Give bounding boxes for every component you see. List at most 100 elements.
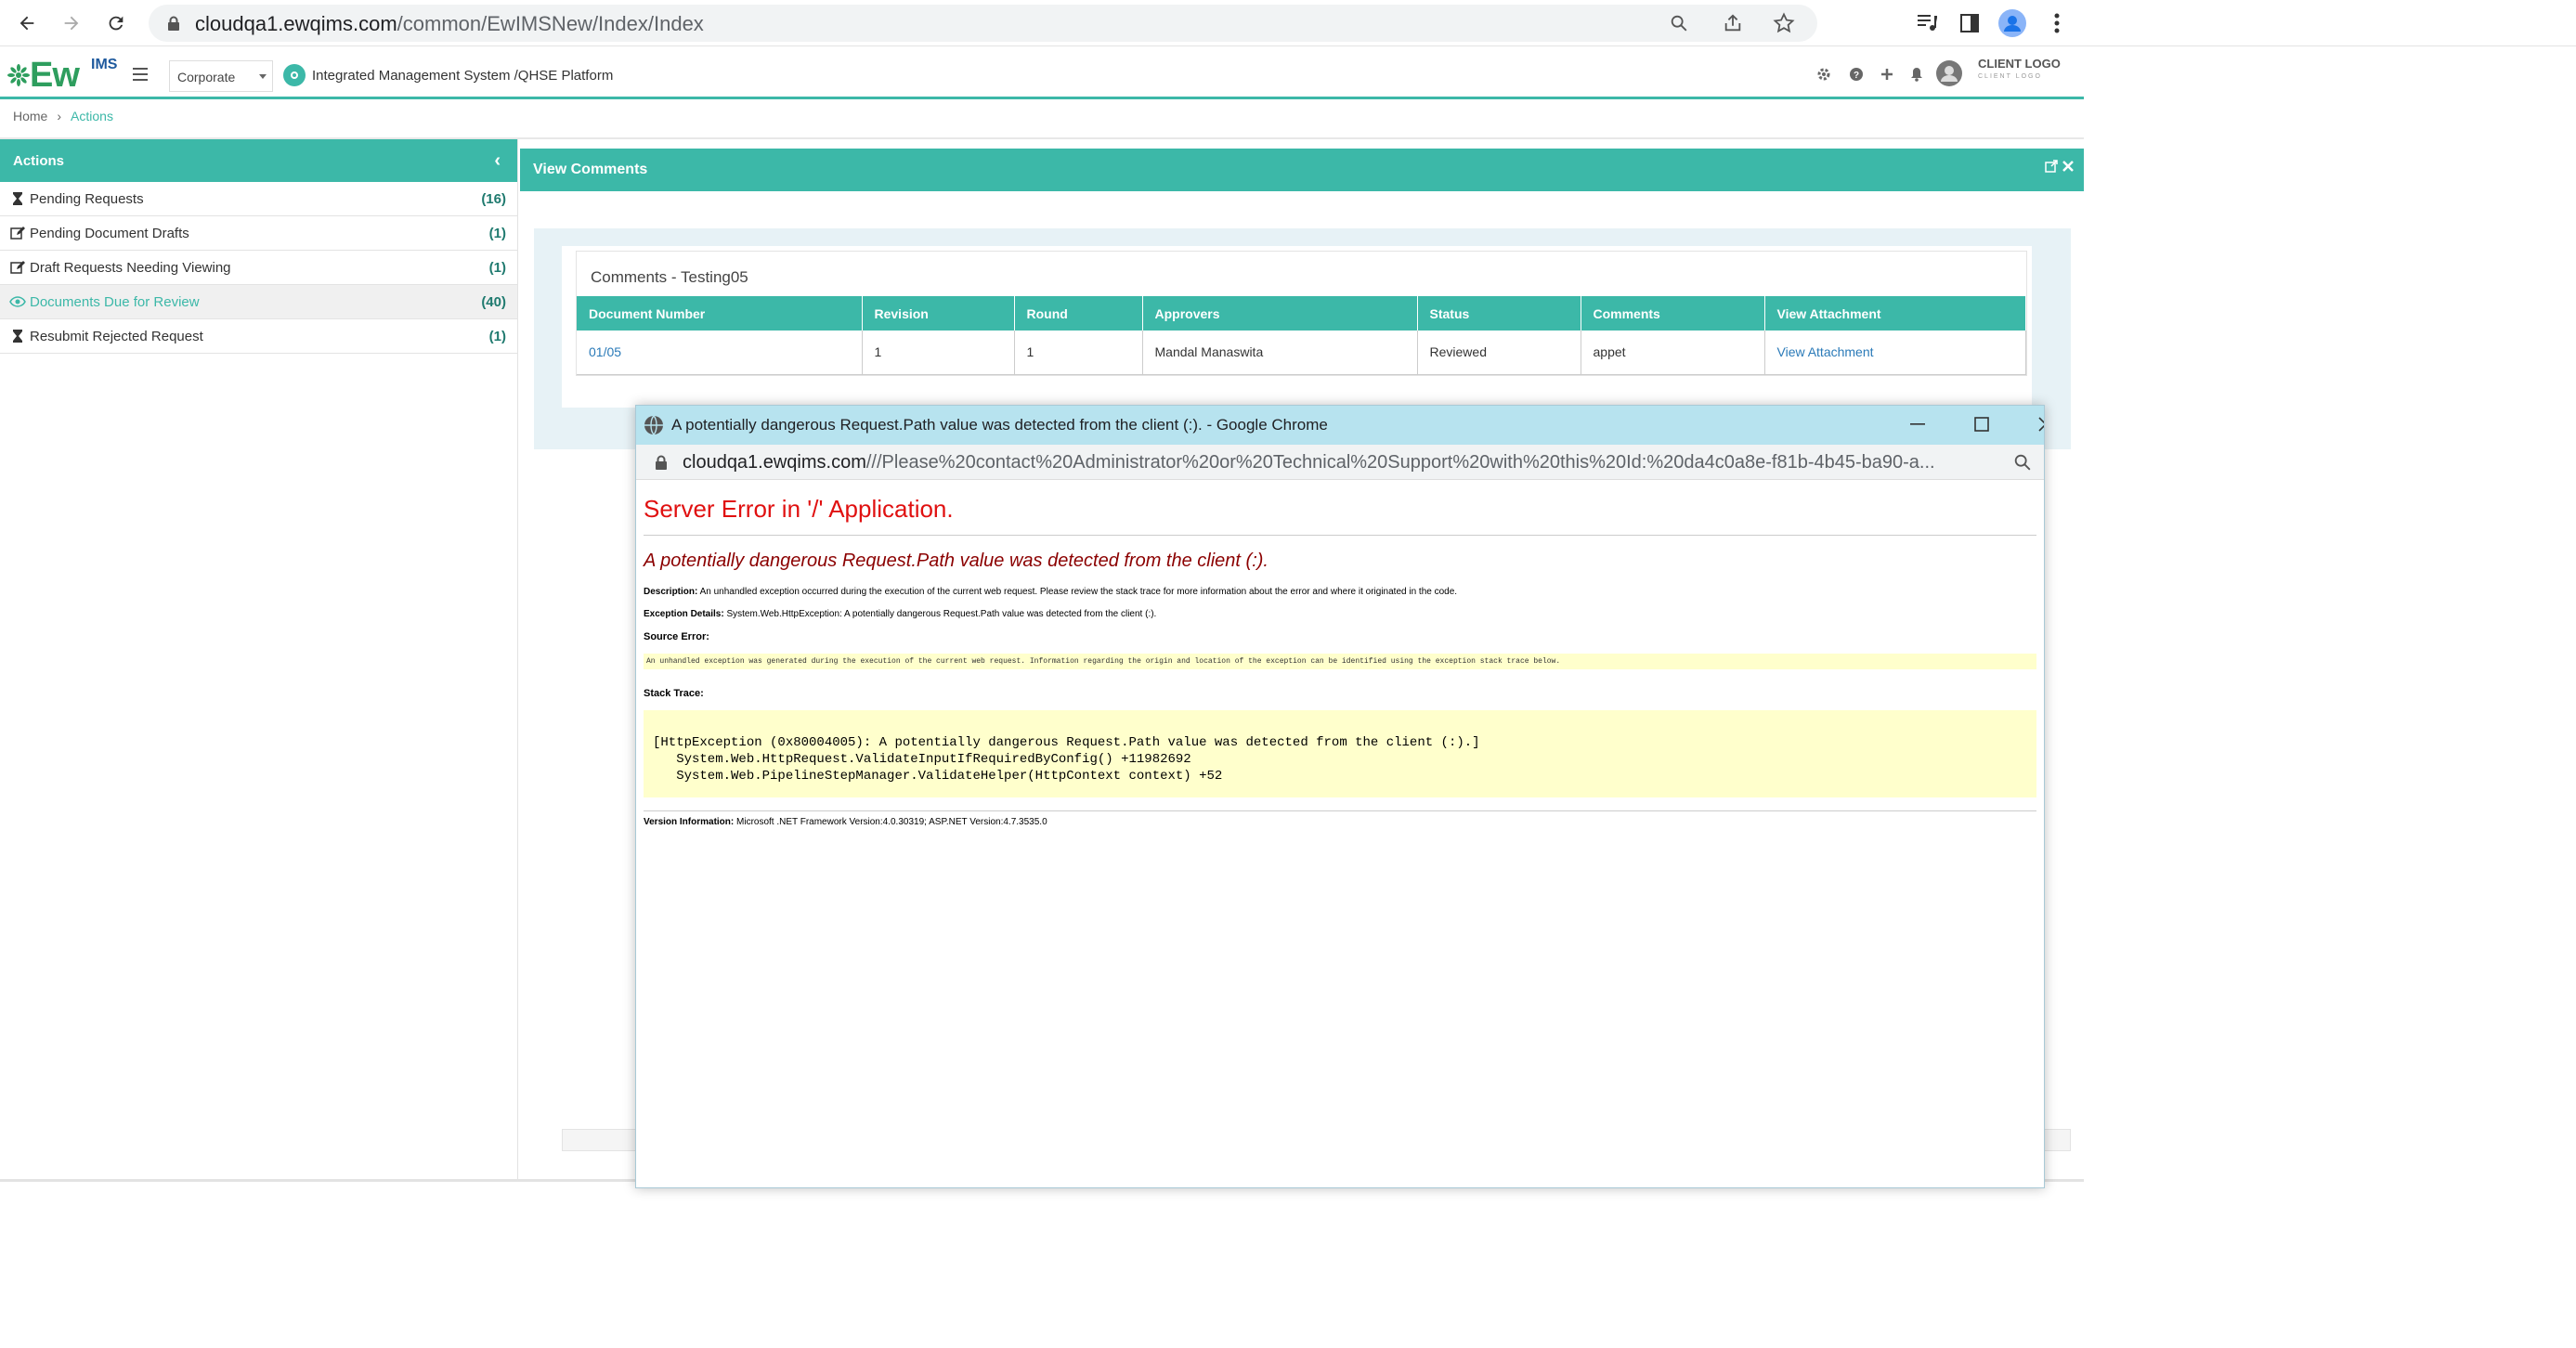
help-icon[interactable]: ? — [1848, 66, 1865, 83]
profile-icon[interactable] — [1998, 9, 2026, 37]
logo-sub: IMS — [91, 57, 118, 72]
bell-icon[interactable] — [1908, 66, 1925, 83]
hourglass-icon — [9, 190, 26, 207]
sidebar-item-label: Documents Due for Review — [30, 293, 200, 310]
forward-icon[interactable] — [56, 7, 87, 39]
sidebar-title: Actions — [13, 153, 65, 169]
source-error-box: An unhandled exception was generated dur… — [644, 654, 2036, 669]
view-comments-header: View Comments — [520, 149, 2084, 191]
chevron-down-icon — [259, 74, 267, 79]
popup-address-bar[interactable]: cloudqa1.ewqims.com///Please%20contact%2… — [636, 445, 2044, 480]
column-header: Document Number — [577, 296, 863, 331]
error-title: Server Error in '/' Application. — [644, 495, 954, 523]
side-panel-icon[interactable] — [1956, 9, 1984, 37]
edit-icon — [9, 259, 26, 276]
edit-icon — [9, 225, 26, 241]
error-popup-window: A potentially dangerous Request.Path val… — [635, 405, 2045, 1188]
chevron-left-icon[interactable]: ‹ — [494, 150, 501, 172]
hourglass-icon — [9, 328, 26, 344]
source-error-label: Source Error: — [644, 631, 709, 642]
column-header: View Attachment — [1764, 296, 2026, 331]
system-gear-icon — [283, 64, 306, 86]
add-icon[interactable] — [1879, 66, 1895, 83]
sidebar-item-pending-requests[interactable]: Pending Requests (16) — [0, 182, 517, 216]
media-icon[interactable] — [1913, 9, 1941, 37]
table-header-row: Document Number Revision Round Approvers… — [577, 296, 2026, 331]
column-header: Revision — [862, 296, 1015, 331]
sidebar-item-count: (1) — [488, 259, 506, 276]
settings-icon[interactable] — [1815, 66, 1832, 83]
sidebar-item-label: Draft Requests Needing Viewing — [30, 259, 231, 276]
lock-icon — [656, 455, 667, 470]
table-cell: Mandal Manaswita — [1142, 331, 1418, 375]
minimize-icon[interactable] — [1906, 413, 1929, 435]
company-select[interactable]: Corporate — [169, 60, 273, 92]
table-cell: 1 — [1014, 331, 1143, 375]
table-cell: Reviewed — [1417, 331, 1581, 375]
sidebar-item-count: (1) — [488, 225, 506, 241]
menu-dots-icon[interactable] — [2043, 9, 2071, 37]
close-window-icon[interactable] — [2035, 413, 2044, 435]
stack-trace-box: [HttpException (0x80004005): A potential… — [644, 710, 2036, 797]
panel-title: View Comments — [533, 162, 648, 177]
logo-flower-icon — [7, 64, 30, 86]
reload-icon[interactable] — [100, 7, 132, 39]
table-cell: appet — [1581, 331, 1765, 375]
sidebar-item-pending-document-drafts[interactable]: Pending Document Drafts (1) — [0, 216, 517, 251]
error-subtitle: A potentially dangerous Request.Path val… — [644, 551, 1268, 571]
star-icon[interactable] — [1773, 12, 1795, 34]
column-header: Approvers — [1142, 296, 1418, 331]
breadcrumb: Home › Actions — [13, 109, 113, 123]
table-cell: 1 — [862, 331, 1015, 375]
app-header: Ew IMS Corporate Integrated Management S… — [0, 49, 2084, 99]
company-select-value: Corporate — [177, 70, 236, 84]
divider — [644, 535, 2036, 536]
column-header: Round — [1014, 296, 1143, 331]
app-logo[interactable]: Ew IMS — [7, 55, 117, 96]
sidebar-header: Actions ‹ — [0, 139, 517, 182]
comments-title: Comments - Testing05 — [591, 268, 748, 286]
sidebar-item-documents-due-for-review[interactable]: Documents Due for Review (40) — [0, 285, 517, 319]
hamburger-menu-icon[interactable] — [133, 68, 148, 81]
comments-table: Document Number Revision Round Approvers… — [577, 296, 2026, 375]
divider — [644, 810, 2036, 811]
user-avatar[interactable] — [1936, 60, 1962, 86]
svg-text:?: ? — [1854, 71, 1859, 81]
sidebar-item-count: (1) — [488, 328, 506, 344]
breadcrumb-current[interactable]: Actions — [71, 109, 113, 123]
sidebar-item-draft-requests-needing-viewing[interactable]: Draft Requests Needing Viewing (1) — [0, 251, 517, 285]
popup-titlebar[interactable]: A potentially dangerous Request.Path val… — [636, 406, 2044, 445]
system-title-text: Integrated Management System /QHSE Platf… — [312, 67, 614, 84]
client-logo: CLIENT LOGO CLIENT LOGO — [1978, 58, 2061, 84]
table-row: 01/05 1 1 Mandal Manaswita Reviewed appe… — [577, 331, 2026, 375]
version-information: Version Information: Microsoft .NET Fram… — [644, 817, 1047, 827]
eye-icon — [9, 293, 26, 310]
error-description: Description: An unhandled exception occu… — [644, 587, 1458, 597]
client-logo-text: CLIENT LOGO — [1978, 57, 2061, 71]
logo-text: Ew — [30, 55, 80, 95]
exception-details: Exception Details: System.Web.HttpExcept… — [644, 609, 1157, 619]
breadcrumb-home[interactable]: Home — [13, 109, 47, 123]
external-link-icon[interactable] — [2045, 160, 2058, 173]
view-attachment-link[interactable]: View Attachment — [1764, 331, 2026, 375]
comments-table-box: Comments - Testing05 Document Number Rev… — [576, 251, 2027, 376]
maximize-icon[interactable] — [1971, 413, 1993, 435]
browser-toolbar: cloudqa1.ewqims.com/common/EwIMSNew/Inde… — [0, 0, 2576, 46]
share-icon[interactable] — [1723, 13, 1743, 33]
document-number-link[interactable]: 01/05 — [577, 331, 863, 375]
address-bar[interactable]: cloudqa1.ewqims.com/common/EwIMSNew/Inde… — [149, 5, 1817, 42]
sidebar-item-count: (16) — [481, 190, 506, 207]
stack-trace-label: Stack Trace: — [644, 688, 704, 699]
back-icon[interactable] — [11, 7, 43, 39]
zoom-icon[interactable] — [1669, 13, 1689, 33]
close-icon[interactable] — [2062, 160, 2075, 173]
popup-url-text: cloudqa1.ewqims.com///Please%20contact%2… — [683, 452, 1935, 473]
actions-sidebar: Actions ‹ Pending Requests (16) Pending … — [0, 139, 518, 1179]
client-logo-sub: CLIENT LOGO — [1978, 73, 2042, 80]
column-header: Comments — [1581, 296, 1765, 331]
sidebar-item-label: Pending Document Drafts — [30, 225, 189, 241]
zoom-icon[interactable] — [2012, 452, 2033, 473]
popup-title: A potentially dangerous Request.Path val… — [671, 416, 1328, 434]
sidebar-item-resubmit-rejected-request[interactable]: Resubmit Rejected Request (1) — [0, 319, 517, 354]
error-page: Server Error in '/' Application. A poten… — [636, 495, 2044, 827]
